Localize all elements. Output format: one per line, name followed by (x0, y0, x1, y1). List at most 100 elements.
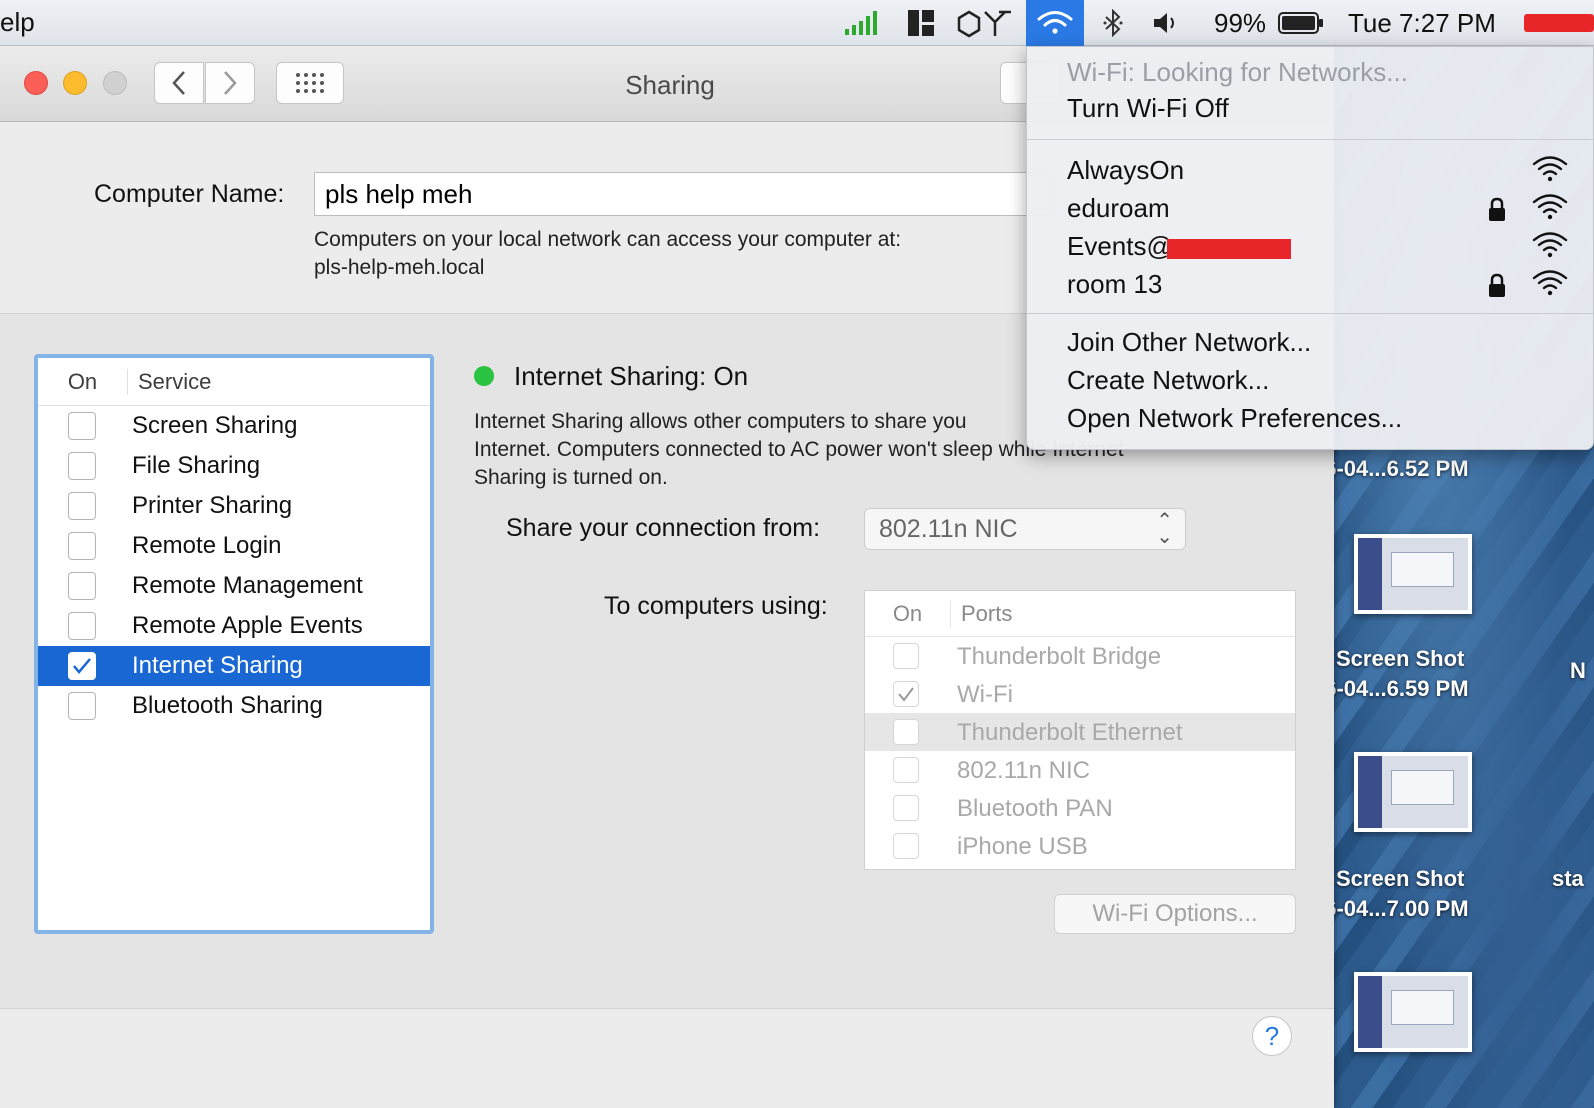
zoom-button[interactable] (103, 71, 127, 95)
wifi-network-item[interactable]: eduroam (1027, 191, 1593, 229)
window-layout-icon[interactable] (904, 0, 938, 46)
computer-name-label: Computer Name: (94, 180, 285, 208)
wifi-menu-extra[interactable] (1026, 0, 1084, 46)
shape-glyph-icon[interactable] (954, 0, 1016, 46)
lock-icon (1487, 197, 1507, 230)
open-network-preferences-item[interactable]: Open Network Preferences... (1067, 403, 1402, 434)
wifi-signal-icon (1531, 153, 1569, 190)
port-row[interactable]: Bluetooth PAN (865, 789, 1295, 827)
ports-list-header: On Ports (865, 591, 1295, 637)
port-checkbox[interactable] (893, 719, 919, 745)
port-checkbox[interactable] (893, 795, 919, 821)
back-button[interactable] (154, 62, 204, 104)
service-checkbox[interactable] (68, 532, 96, 560)
wifi-status: Wi-Fi: Looking for Networks... (1067, 57, 1408, 87)
wifi-network-item[interactable]: room 13 (1027, 267, 1593, 305)
wifi-network-name: Events@ (1067, 231, 1173, 261)
share-from-popup[interactable]: 802.11n NIC ⌃ ⌄ (864, 508, 1186, 550)
chevron-right-icon (224, 71, 237, 95)
redaction-mark (1524, 0, 1594, 46)
create-network-item[interactable]: Create Network... (1067, 365, 1269, 396)
turn-wifi-off-item[interactable]: Turn Wi-Fi Off (1067, 93, 1229, 124)
service-label: Printer Sharing (132, 492, 293, 519)
wifi-signal-icon (1531, 229, 1569, 266)
forward-button[interactable] (205, 62, 255, 104)
port-checkbox[interactable] (893, 757, 919, 783)
port-label: iPhone USB (957, 833, 1088, 860)
desktop-file-label[interactable]: 16-04...7.00 PM (1312, 896, 1469, 922)
service-label: Remote Management (132, 572, 363, 599)
desktop-file-label[interactable]: N (1570, 658, 1586, 684)
service-row[interactable]: Internet Sharing (38, 646, 430, 686)
wifi-network-item[interactable]: AlwaysOn (1027, 153, 1593, 191)
port-row[interactable]: Thunderbolt Ethernet (865, 713, 1295, 751)
service-checkbox[interactable] (68, 692, 96, 720)
service-checkbox[interactable] (68, 412, 96, 440)
service-row[interactable]: Bluetooth Sharing (38, 686, 430, 726)
service-checkbox[interactable] (68, 492, 96, 520)
wifi-network-name: eduroam (1067, 193, 1170, 223)
service-checkbox[interactable] (68, 452, 96, 480)
volume-icon[interactable] (1150, 0, 1184, 46)
services-list[interactable]: On Service Screen Sharing File Sharing Pri… (34, 354, 434, 934)
service-row[interactable]: Screen Sharing (38, 406, 430, 446)
help-button[interactable]: ? (1252, 1016, 1292, 1056)
port-label: Wi-Fi (957, 681, 1013, 708)
show-all-button[interactable] (276, 62, 344, 104)
minimize-button[interactable] (63, 71, 87, 95)
share-from-label: Share your connection from: (506, 514, 821, 542)
desktop-file-label[interactable]: sta (1552, 866, 1584, 892)
port-checkbox[interactable] (893, 833, 919, 859)
screenshot-thumbnail[interactable] (1354, 972, 1472, 1052)
desktop-file-label[interactable]: 16-04...6.52 PM (1312, 456, 1469, 482)
column-header-ports[interactable]: Ports (951, 601, 1012, 627)
status-indicator (474, 366, 494, 386)
service-checkbox[interactable] (68, 612, 96, 640)
service-row[interactable]: Remote Apple Events (38, 606, 430, 646)
menu-separator (1027, 139, 1593, 140)
service-checkbox[interactable] (68, 572, 96, 600)
sharing-status: Internet Sharing: On (514, 361, 749, 391)
service-row[interactable]: Remote Management (38, 566, 430, 606)
wifi-network-item[interactable]: Events@ (1027, 229, 1593, 267)
window-title: Sharing (625, 70, 715, 100)
screenshot-thumbnail[interactable] (1354, 752, 1472, 832)
menu-bar: elp 99% Tue 7:27 PM (0, 0, 1594, 46)
screenshot-thumbnail[interactable] (1354, 534, 1472, 614)
service-checkbox[interactable] (68, 652, 96, 680)
port-row[interactable]: Thunderbolt Bridge (865, 637, 1295, 675)
port-row[interactable]: Wi-Fi (865, 675, 1295, 713)
column-header-on[interactable]: On (38, 368, 128, 395)
updown-chevron-icon: ⌃ ⌄ (1156, 510, 1173, 548)
computer-name-input[interactable] (314, 172, 1054, 216)
port-label: 802.11n NIC (957, 757, 1090, 784)
port-row[interactable]: iPhone USB (865, 827, 1295, 865)
battery-icon[interactable] (1276, 0, 1326, 46)
battery-percentage[interactable]: 99% (1214, 0, 1266, 46)
menu-bar-clock[interactable]: Tue 7:27 PM (1348, 0, 1496, 46)
column-header-on[interactable]: On (865, 600, 951, 627)
column-header-service[interactable]: Service (128, 369, 211, 395)
bluetooth-icon[interactable] (1098, 0, 1128, 46)
desktop-file-label[interactable]: Screen Shot (1336, 646, 1464, 672)
signal-bars-icon[interactable] (842, 0, 882, 46)
port-checkbox[interactable] (893, 643, 919, 669)
join-other-network-item[interactable]: Join Other Network... (1067, 327, 1311, 358)
port-row[interactable]: 802.11n NIC (865, 751, 1295, 789)
service-row[interactable]: Printer Sharing (38, 486, 430, 526)
service-row[interactable]: Remote Login (38, 526, 430, 566)
port-checkbox[interactable] (893, 681, 919, 707)
wifi-signal-icon (1531, 191, 1569, 228)
wifi-menu: Wi-Fi: Looking for Networks... Turn Wi-F… (1026, 46, 1594, 450)
help-menu[interactable]: elp (0, 7, 35, 38)
desktop-file-label[interactable]: 16-04...6.59 PM (1312, 676, 1469, 702)
port-label: Thunderbolt Ethernet (957, 719, 1183, 746)
ports-list[interactable]: On Ports Thunderbolt Bridge Wi-Fi Thunderb… (864, 590, 1296, 870)
close-button[interactable] (24, 71, 48, 95)
port-label: Thunderbolt Bridge (957, 643, 1162, 670)
service-label: Screen Sharing (132, 412, 298, 439)
service-row[interactable]: File Sharing (38, 446, 430, 486)
desktop-file-label[interactable]: Screen Shot (1336, 866, 1464, 892)
wifi-options-button[interactable]: Wi-Fi Options... (1054, 894, 1296, 934)
service-label: Remote Apple Events (132, 612, 363, 639)
